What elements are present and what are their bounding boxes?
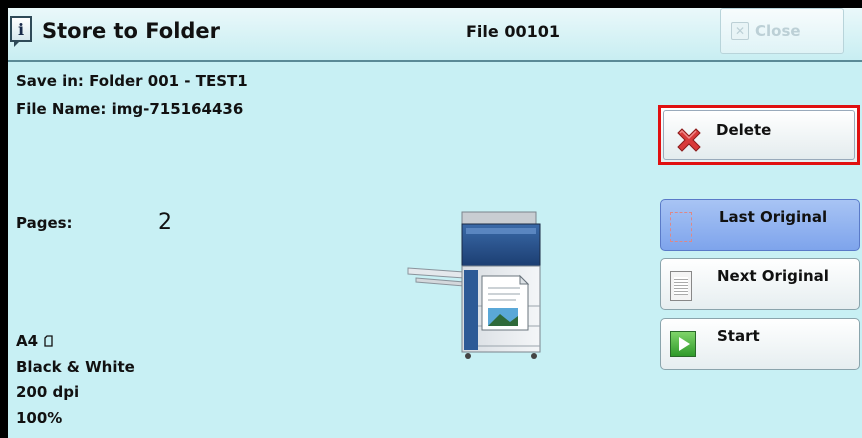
delete-button-label: Delete <box>716 121 772 139</box>
pages-label: Pages: <box>16 214 73 232</box>
last-original-label: Last Original <box>719 208 828 226</box>
red-x-icon <box>677 128 701 152</box>
dashed-page-icon <box>670 212 692 242</box>
close-button[interactable]: ✕ Close <box>720 8 844 54</box>
info-icon: i <box>10 16 32 47</box>
start-button[interactable]: Start <box>660 318 860 370</box>
resolution-text: 200 dpi <box>16 383 80 401</box>
next-original-label: Next Original <box>717 267 829 285</box>
save-in-text: Save in: Folder 001 - TEST1 <box>16 72 248 90</box>
paper-size-row: A4 <box>16 332 53 350</box>
store-to-folder-panel: i Store to Folder File 00101 ✕ Close Sav… <box>8 8 862 438</box>
page-title: Store to Folder <box>42 19 221 43</box>
close-icon: ✕ <box>731 22 749 40</box>
page-icon <box>670 271 692 301</box>
delete-button[interactable]: Delete <box>658 105 860 165</box>
delete-button-face: Delete <box>663 110 855 160</box>
close-button-label: Close <box>755 22 801 40</box>
file-label: File 00101 <box>466 22 560 41</box>
portrait-page-icon <box>44 335 53 347</box>
paper-size-text: A4 <box>16 332 39 350</box>
green-play-icon <box>670 331 696 357</box>
pages-value: 2 <box>158 210 172 235</box>
multifunction-printer-icon <box>407 211 541 359</box>
start-label: Start <box>717 327 760 345</box>
title-bar: i Store to Folder File 00101 ✕ Close <box>8 8 862 62</box>
color-mode-text: Black & White <box>16 358 135 376</box>
next-original-button[interactable]: Next Original <box>660 258 860 310</box>
file-name-text: File Name: img-715164436 <box>16 100 244 118</box>
scale-text: 100% <box>16 409 63 427</box>
last-original-button[interactable]: Last Original <box>660 199 860 251</box>
